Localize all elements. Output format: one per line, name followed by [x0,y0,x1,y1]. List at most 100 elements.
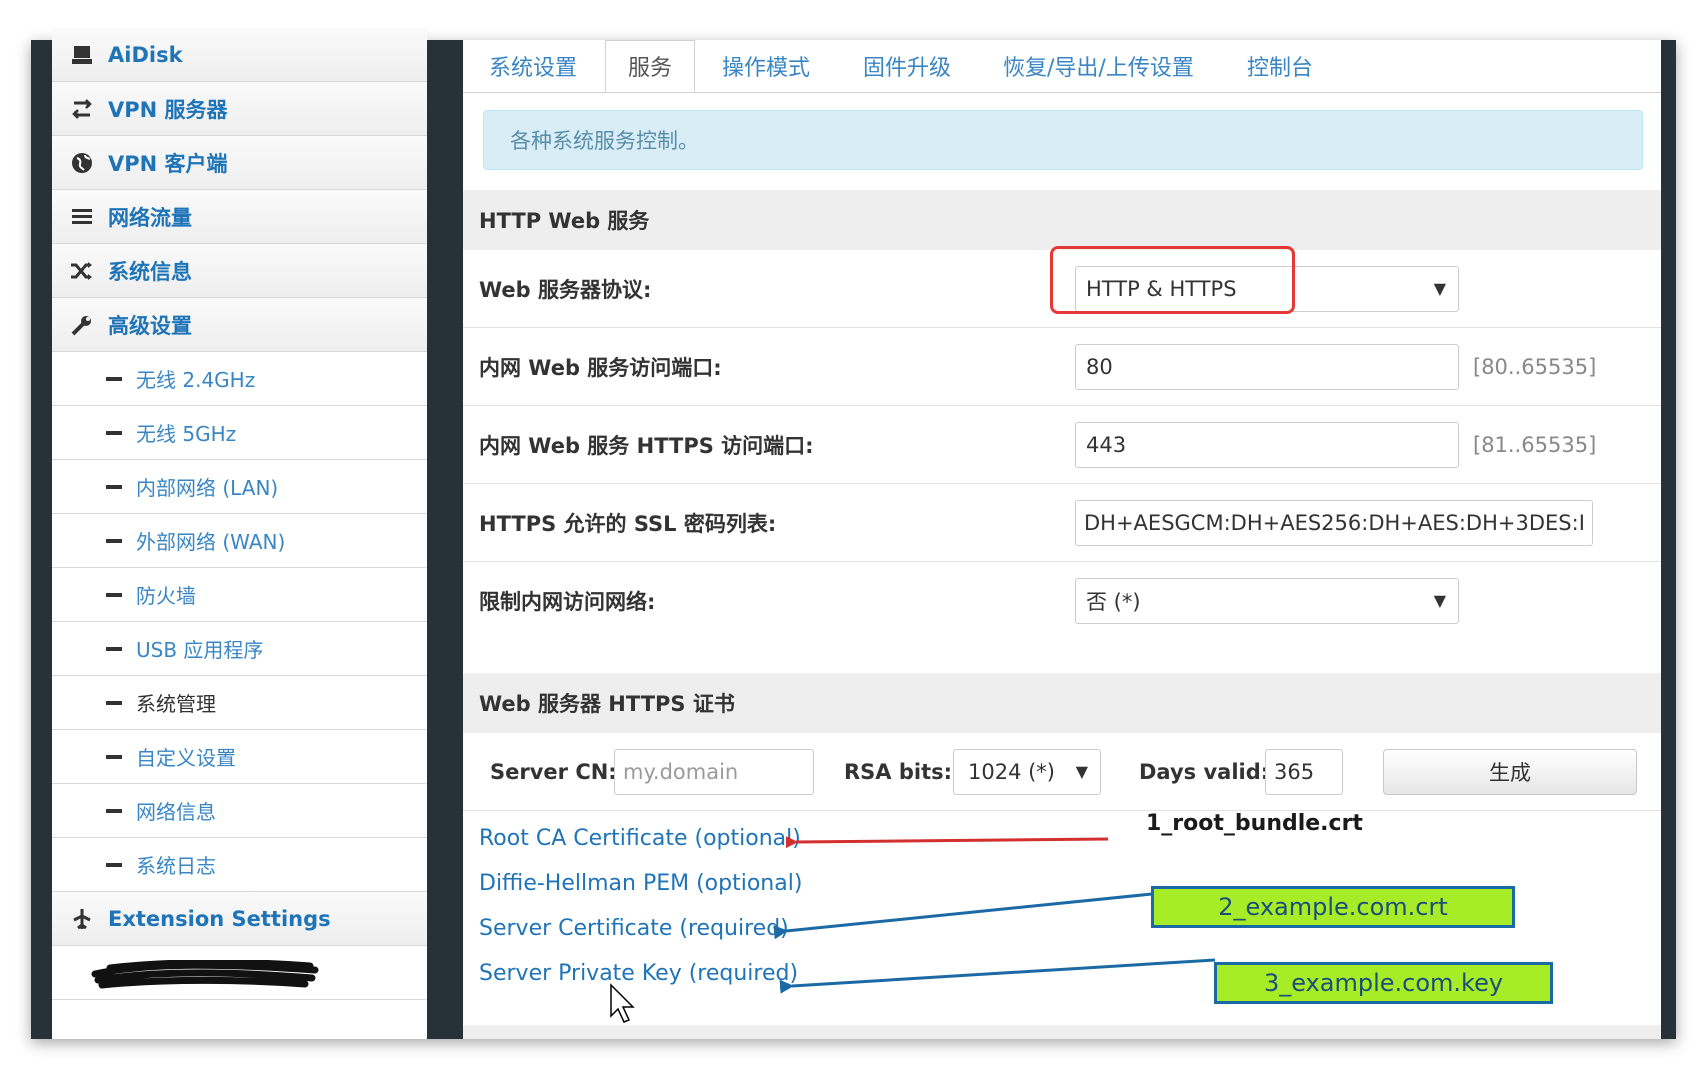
sidebar-item-label: USB 应用程序 [136,638,264,662]
info-banner: 各种系统服务控制。 [483,110,1643,170]
dash-icon [106,592,122,597]
sidebar-item-label: Extension Settings [108,906,331,931]
cn-placeholder: my.domain [623,760,739,784]
bottom-strip [463,1025,1661,1039]
dash-icon [106,808,122,813]
row-http-port: 内网 Web 服务访问端口: 80 [80..65535] [463,328,1661,406]
tab-system-settings[interactable]: 系统设置 [489,40,577,92]
sidebar-item-vpn-server[interactable]: VPN 服务器 [52,82,427,136]
sidebar-item-syslog[interactable]: 系统日志 [52,838,427,892]
caret-down-icon: ▼ [1433,591,1446,610]
sidebar-item-label: 自定义设置 [136,746,236,770]
row-https-port: 内网 Web 服务 HTTPS 访问端口: 443 [81..65535] [463,406,1661,484]
hdd-icon [70,43,94,67]
sidebar-item-advanced[interactable]: 高级设置 [52,298,427,352]
ssl-ciphers-input[interactable]: DH+AESGCM:DH+AES256:DH+AES:DH+3DES:I [1075,500,1593,546]
sidebar-item-lan[interactable]: 内部网络 (LAN) [52,460,427,514]
restrict-select[interactable]: 否 (*) ▼ [1075,578,1459,624]
tab-operation-mode[interactable]: 操作模式 [722,40,810,92]
tab-bar: 系统设置 服务 操作模式 固件升级 恢复/导出/上传设置 控制台 [463,40,1661,93]
restrict-value: 否 (*) [1086,590,1141,614]
sidebar-item-wireless-24[interactable]: 无线 2.4GHz [52,352,427,406]
dash-icon [106,484,122,489]
sidebar: AiDisk VPN 服务器 VPN 客户端 网络流量 系统信息 高级设置 无线… [52,28,427,1039]
server-key-link[interactable]: Server Private Key (required) [479,961,798,986]
rsa-label: RSA bits: [844,760,953,784]
rsa-value: 1024 (*) [968,760,1056,784]
protocol-label: Web 服务器协议: [479,278,652,302]
sidebar-item-aidisk[interactable]: AiDisk [52,28,427,82]
dash-icon [106,862,122,867]
sidebar-item-label: AiDisk [108,42,183,67]
globe-icon [70,151,94,175]
caret-down-icon: ▼ [1075,762,1088,781]
server-cert-link[interactable]: Server Certificate (required) [479,916,789,941]
panel-divider [427,40,463,1039]
https-port-label: 内网 Web 服务 HTTPS 访问端口: [479,434,814,458]
example-key-callout: 3_example.com.key [1214,962,1553,1004]
sidebar-item-extension-settings[interactable]: Extension Settings [52,892,427,946]
sidebar-item-label: 外部网络 (WAN) [136,530,286,554]
dash-icon [106,754,122,759]
cn-input[interactable]: my.domain [614,749,814,795]
sidebar-item-label: VPN 服务器 [108,97,228,122]
example-crt-callout: 2_example.com.crt [1151,886,1515,928]
sidebar-item-usb[interactable]: USB 应用程序 [52,622,427,676]
sidebar-item-label: 系统信息 [108,259,192,284]
shuffle-icon [70,259,94,283]
dash-icon [106,430,122,435]
days-input[interactable]: 365 [1265,749,1343,795]
redaction-scribble-icon [91,960,319,989]
ssl-label: HTTPS 允许的 SSL 密码列表: [479,512,777,536]
tab-console[interactable]: 控制台 [1247,40,1313,92]
sidebar-item-label: 高级设置 [108,313,192,338]
plane-icon [70,907,94,931]
sidebar-item-net-info[interactable]: 网络信息 [52,784,427,838]
http-port-input[interactable]: 80 [1075,344,1459,390]
cn-label: Server CN: [490,760,617,784]
sidebar-item-wan[interactable]: 外部网络 (WAN) [52,514,427,568]
sidebar-item-label: 无线 2.4GHz [136,368,256,392]
sidebar-item-label: 系统日志 [136,854,216,878]
dash-icon [106,376,122,381]
root-ca-link[interactable]: Root CA Certificate (optional) [479,826,801,851]
tab-services[interactable]: 服务 [605,40,695,92]
row-cert-generate: Server CN: my.domain RSA bits: 1024 (*) … [463,733,1661,811]
tab-firmware-upgrade[interactable]: 固件升级 [863,40,951,92]
sidebar-item-label: 系统管理 [136,692,216,716]
restrict-label: 限制内网访问网络: [479,590,656,614]
http-port-label: 内网 Web 服务访问端口: [479,356,722,380]
sidebar-item-redacted[interactable] [52,946,427,1000]
row-restrict: 限制内网访问网络: 否 (*) ▼ [463,562,1661,658]
dh-pem-link[interactable]: Diffie-Hellman PEM (optional) [479,871,802,896]
sidebar-item-label: 网络信息 [136,800,216,824]
http-port-hint: [80..65535] [1473,355,1597,379]
wrench-icon [70,313,94,337]
sidebar-item-vpn-client[interactable]: VPN 客户端 [52,136,427,190]
sidebar-item-label: VPN 客户端 [108,151,228,176]
list-icon [70,205,94,229]
tab-restore-export[interactable]: 恢复/导出/上传设置 [1003,40,1194,92]
https-port-hint: [81..65535] [1473,433,1597,457]
sidebar-item-custom[interactable]: 自定义设置 [52,730,427,784]
sidebar-item-label: 内部网络 (LAN) [136,476,279,500]
https-port-input[interactable]: 443 [1075,422,1459,468]
caret-down-icon: ▼ [1433,279,1446,298]
sidebar-item-wireless-5[interactable]: 无线 5GHz [52,406,427,460]
rsa-select[interactable]: 1024 (*) ▼ [953,749,1101,795]
dash-icon [106,538,122,543]
sidebar-item-label: 防火墙 [136,584,196,608]
dash-icon [106,646,122,651]
sidebar-item-firewall[interactable]: 防火墙 [52,568,427,622]
highlight-box [1050,246,1295,314]
section-title-http: HTTP Web 服务 [463,190,1661,250]
generate-button[interactable]: 生成 [1383,749,1637,795]
sidebar-item-traffic[interactable]: 网络流量 [52,190,427,244]
row-ssl-ciphers: HTTPS 允许的 SSL 密码列表: DH+AESGCM:DH+AES256:… [463,484,1661,562]
sidebar-item-system-info[interactable]: 系统信息 [52,244,427,298]
vpn-server-icon [70,97,94,121]
sidebar-item-label: 网络流量 [108,205,192,230]
sidebar-item-admin[interactable]: 系统管理 [52,676,427,730]
dash-icon [106,700,122,705]
sidebar-item-label: 无线 5GHz [136,422,237,446]
